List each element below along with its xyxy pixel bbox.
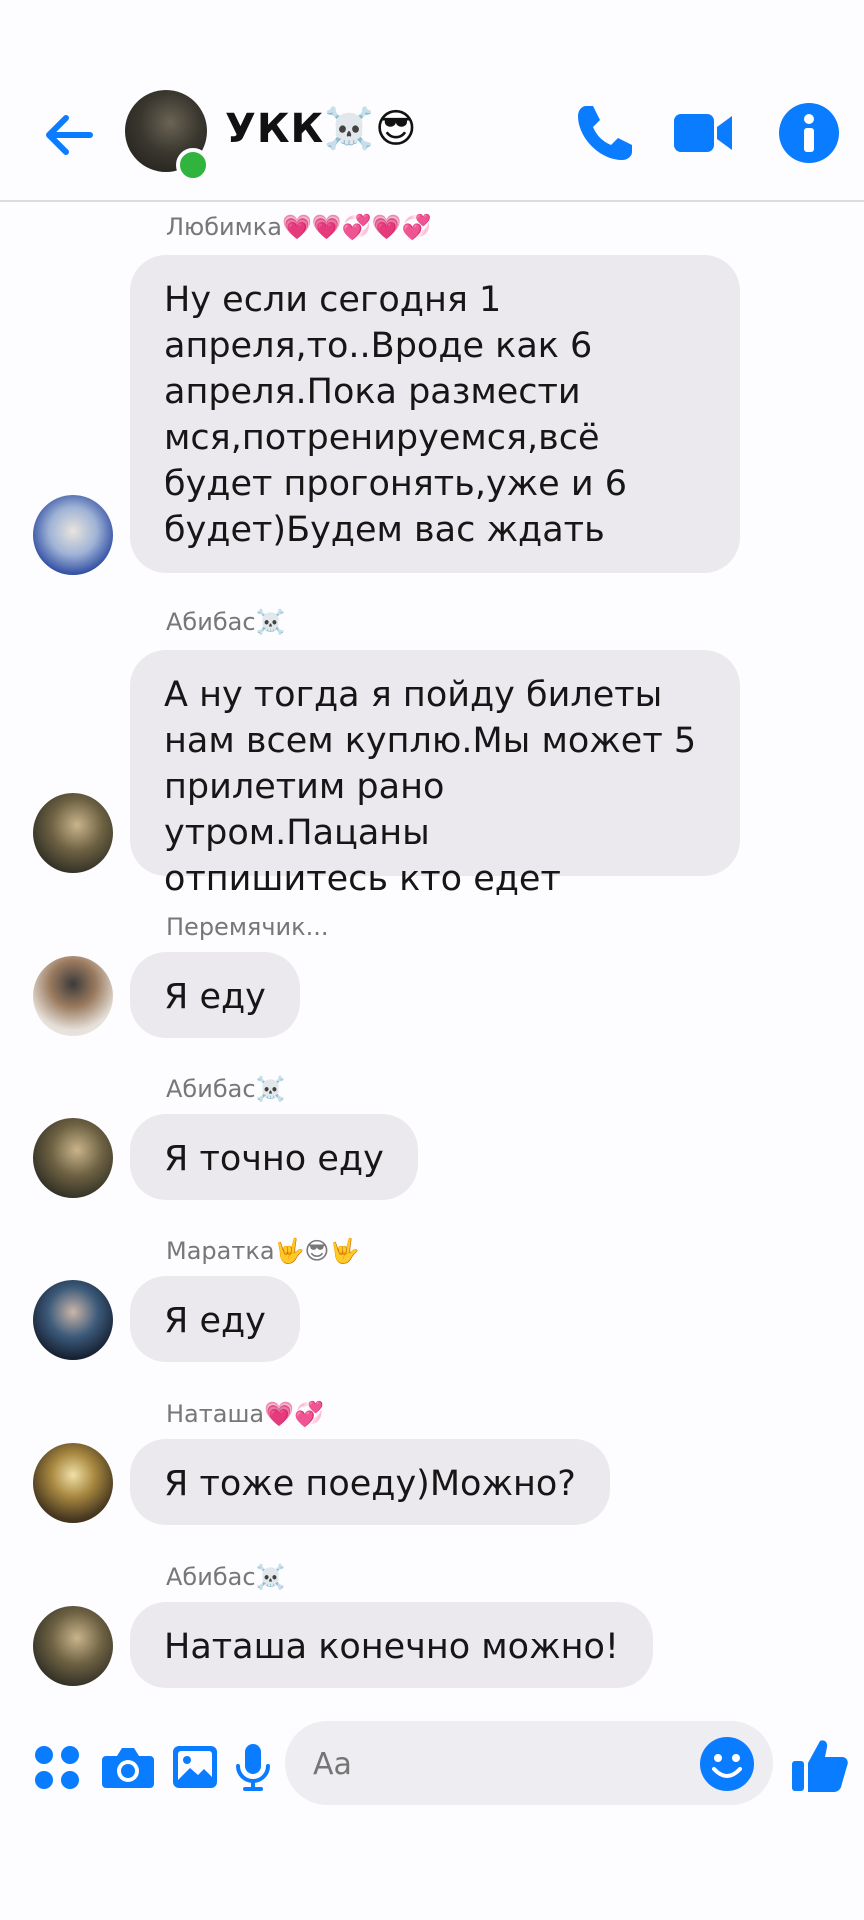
camera-icon[interactable] <box>100 1740 156 1794</box>
avatar[interactable] <box>33 1118 113 1198</box>
message-line: отпишитесь кто едет <box>164 859 561 899</box>
sender-name: Наташа💗💞 <box>166 1400 324 1428</box>
sender-name: Абибас☠️ <box>166 1075 286 1103</box>
info-icon[interactable] <box>776 100 842 166</box>
message-input-container[interactable] <box>285 1721 773 1805</box>
sender-name: Любимка💗💗💞💗💞 <box>166 213 432 241</box>
message-bubble[interactable]: А ну тогда я пойду билеты нам всем куплю… <box>130 650 740 899</box>
microphone-icon[interactable] <box>233 1740 273 1794</box>
message-input[interactable] <box>311 1741 695 1787</box>
sender-name: Абибас☠️ <box>166 608 286 636</box>
chat-header: УКК☠️😎 <box>0 70 864 202</box>
avatar[interactable] <box>33 1606 113 1686</box>
video-camera-icon[interactable] <box>670 100 736 166</box>
message-line: апреля,то..Вроде как 6 <box>164 326 593 366</box>
message-thread[interactable]: Любимка💗💗💞💗💞 Ну если сегодня 1 апреля,то… <box>0 205 864 1715</box>
sender-name: Абибас☠️ <box>166 1563 286 1591</box>
avatar[interactable] <box>33 1280 113 1360</box>
message-bubble[interactable]: Я еду <box>130 1276 300 1362</box>
apps-icon[interactable] <box>32 1740 82 1794</box>
message-line: А ну тогда я пойду билеты <box>164 675 663 715</box>
avatar[interactable] <box>33 495 113 575</box>
message-composer <box>0 1715 864 1825</box>
phone-icon[interactable] <box>572 100 638 166</box>
thumbs-up-icon[interactable] <box>790 1735 850 1795</box>
message-bubble[interactable]: Я еду <box>130 952 300 1038</box>
avatar[interactable] <box>33 793 113 873</box>
message-line: мся,потренируемся,всё <box>164 418 600 458</box>
message-line: будет)Будем вас ждать <box>164 510 605 550</box>
sender-name: Маратка🤟😎🤟 <box>166 1237 360 1265</box>
message-bubble[interactable]: Я точно еду <box>130 1114 418 1200</box>
message-line: Ну если сегодня 1 <box>164 280 502 320</box>
message-line: апреля.Пока размести <box>164 372 581 412</box>
gallery-icon[interactable] <box>170 1740 220 1794</box>
message-line: прилетим рано утром.Пацаны <box>164 767 445 853</box>
message-bubble[interactable]: Я тоже поеду)Можно? <box>130 1439 610 1525</box>
sender-name: Перемячик... <box>166 913 329 941</box>
avatar[interactable] <box>33 1443 113 1523</box>
back-arrow-icon[interactable] <box>40 110 100 160</box>
online-status-indicator <box>176 148 210 182</box>
message-line: нам всем куплю.Мы может 5 <box>164 721 697 761</box>
message-bubble[interactable]: Наташа конечно можно! <box>130 1602 653 1688</box>
message-bubble[interactable]: Ну если сегодня 1 апреля,то..Вроде как 6… <box>130 255 740 573</box>
emoji-icon[interactable] <box>698 1735 756 1793</box>
message-line: будет прогонять,уже и 6 <box>164 464 627 504</box>
avatar[interactable] <box>33 956 113 1036</box>
chat-title[interactable]: УКК☠️😎 <box>225 105 418 152</box>
